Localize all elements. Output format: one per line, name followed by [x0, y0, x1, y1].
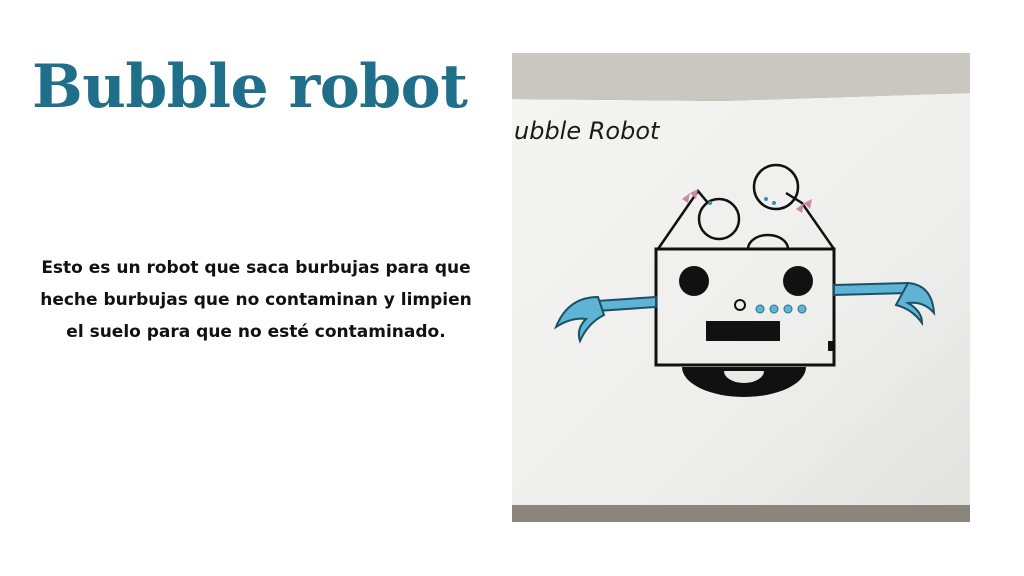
slide: Bubble robot Esto es un robot que saca b… — [0, 0, 1024, 576]
folded-paper-top — [512, 53, 970, 101]
slide-description: Esto es un robot que saca burbujas para … — [40, 258, 472, 342]
paper-shadow — [512, 505, 970, 522]
robot-drawing: ubble Robot — [512, 53, 970, 522]
drawing-title: ubble Robot — [514, 117, 661, 145]
robot-mouth — [706, 321, 780, 341]
drawing-photo: ubble Robot — [512, 53, 970, 522]
slide-title: Bubble robot — [32, 52, 468, 122]
robot-eye-left — [679, 266, 709, 296]
robot-eye-right — [783, 266, 813, 296]
robot-arm-right — [833, 281, 909, 297]
